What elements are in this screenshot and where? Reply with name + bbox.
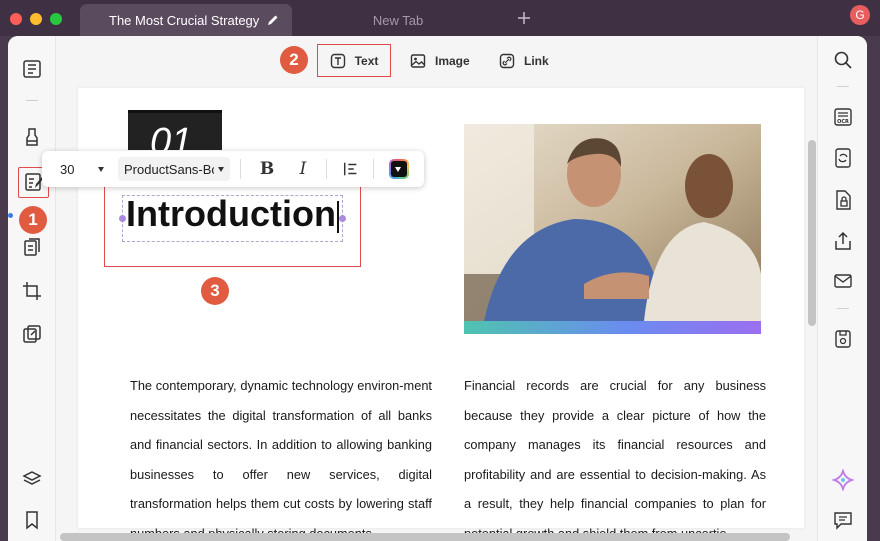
tab-title: New Tab [372, 12, 424, 28]
batch-tools-icon[interactable] [21, 323, 43, 345]
svg-text:OCR: OCR [837, 119, 849, 125]
callout-number: 1 [28, 210, 38, 229]
section-number-block: 01 [128, 110, 222, 150]
chevron-down-icon [218, 167, 224, 172]
callout-badge-1: 1 [19, 206, 47, 234]
italic-icon[interactable]: I [293, 159, 313, 179]
ai-assistant-icon[interactable] [830, 467, 856, 493]
add-link-button[interactable]: Link [499, 46, 549, 76]
rail-divider [837, 86, 849, 87]
chevron-down-icon [98, 167, 104, 172]
minimize-window-button[interactable] [30, 13, 42, 25]
link-icon [499, 53, 515, 69]
heading-text[interactable]: Introduction [126, 193, 336, 235]
text-color-picker[interactable] [389, 159, 409, 179]
comment-icon[interactable] [832, 509, 854, 531]
highlighter-icon[interactable] [21, 126, 43, 148]
business-meeting-photo[interactable] [464, 124, 761, 334]
organize-pages-icon[interactable] [21, 236, 43, 258]
rail-divider [26, 100, 38, 101]
left-paragraph: The contemporary, dynamic technology env… [130, 378, 432, 541]
avatar-initial: G [855, 8, 865, 22]
user-avatar[interactable]: G [850, 5, 870, 25]
vertical-scrollbar[interactable] [808, 140, 816, 326]
toolbar-divider [240, 159, 241, 179]
image-icon [410, 53, 426, 69]
callout-badge-3: 3 [201, 277, 229, 305]
close-window-button[interactable] [10, 13, 22, 25]
plus-icon[interactable] [514, 8, 534, 28]
callout-number: 3 [210, 281, 220, 300]
text-button-label: Text [354, 53, 379, 68]
resize-handle-right[interactable] [339, 215, 346, 222]
right-paragraph: Financial records are crucial for any bu… [464, 378, 766, 541]
search-icon[interactable] [832, 49, 854, 71]
mail-icon[interactable] [832, 270, 854, 292]
reader-icon[interactable] [21, 58, 43, 80]
rail-divider [837, 308, 849, 309]
font-family-value: ProductSans-Bold [124, 161, 214, 177]
ocr-icon[interactable]: OCR [832, 106, 854, 128]
app-window: 2 Text Image Link 01 The contemporary, d… [8, 36, 867, 541]
add-text-button[interactable]: Text [317, 44, 391, 77]
link-button-label: Link [524, 54, 549, 68]
text-box-icon [330, 53, 346, 69]
font-size-select[interactable]: 30 [52, 157, 112, 181]
font-family-select[interactable]: ProductSans-Bold [118, 157, 230, 181]
convert-icon[interactable] [832, 147, 854, 169]
bold-icon[interactable]: B [257, 159, 277, 179]
pencil-icon[interactable] [266, 13, 280, 27]
tab-new[interactable]: New Tab [296, 4, 500, 36]
active-indicator [8, 213, 13, 218]
save-icon[interactable] [832, 328, 854, 350]
crop-icon[interactable] [21, 280, 43, 302]
share-icon[interactable] [832, 230, 854, 252]
tab-document[interactable]: The Most Crucial Strategy [80, 4, 292, 36]
left-tool-rail [8, 36, 56, 541]
tab-title: The Most Crucial Strategy [109, 12, 260, 28]
image-button-label: Image [435, 54, 470, 68]
layers-icon[interactable] [21, 468, 43, 490]
callout-number: 2 [289, 50, 299, 69]
window-titlebar: The Most Crucial Strategy New Tab G [0, 0, 880, 36]
section-number: 01 [150, 121, 193, 150]
chevron-down-icon [395, 167, 401, 172]
font-size-value: 30 [60, 161, 75, 177]
protect-icon[interactable] [832, 189, 854, 211]
toolbar-divider [373, 159, 374, 179]
toolbar-divider [326, 159, 327, 179]
horizontal-scrollbar[interactable] [60, 533, 790, 541]
add-image-button[interactable]: Image [410, 46, 470, 76]
callout-badge-2: 2 [280, 46, 308, 74]
resize-handle-left[interactable] [119, 215, 126, 222]
zoom-window-button[interactable] [50, 13, 62, 25]
right-tool-rail: OCR [817, 36, 867, 541]
align-left-icon[interactable] [341, 159, 361, 179]
bookmark-icon[interactable] [21, 509, 43, 531]
text-format-toolbar: 30 ProductSans-Bold B I [42, 151, 424, 187]
